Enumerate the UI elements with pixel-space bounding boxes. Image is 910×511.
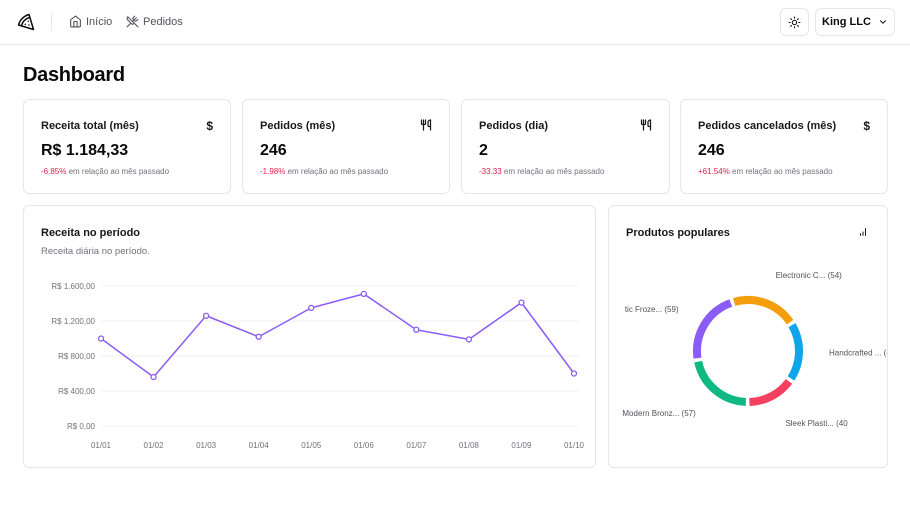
header-divider (51, 13, 52, 31)
x-tick-label: 01/05 (301, 441, 322, 450)
data-point (308, 304, 315, 312)
slice-label: tic Froze... (59) (625, 305, 679, 314)
revenue-chart-card: Receita no período Receita diária no per… (23, 205, 596, 468)
y-tick-label: R$ 1.200,00 (51, 317, 95, 326)
dollar-icon: $ (206, 119, 213, 133)
y-tick-label: R$ 1.600,00 (51, 282, 95, 291)
revenue-series-line (100, 293, 575, 378)
metric-value: 246 (698, 142, 725, 159)
x-tick-label: 01/10 (564, 441, 585, 450)
nav-link-orders[interactable]: Pedidos (126, 15, 183, 28)
data-point (518, 299, 525, 306)
x-tick-label: 01/01 (91, 441, 112, 450)
x-tick-label: 01/03 (196, 441, 217, 450)
data-point (255, 333, 262, 340)
popular-products-donut-chart: Electronic C... (54) Handcrafted ... (4 Sl… (622, 271, 888, 428)
organization-dropdown[interactable]: King LLC (815, 8, 895, 36)
metric-value: R$ 1.184,33 (41, 142, 129, 159)
y-tick-label: R$ 800,00 (58, 352, 95, 361)
dollar-icon: $ (863, 119, 870, 133)
metric-value: 2 (479, 142, 488, 159)
data-point (465, 336, 473, 343)
metric-label: Receita total (mês) (41, 120, 139, 132)
chevron-down-icon (879, 20, 886, 24)
x-tick-label: 01/06 (354, 441, 375, 450)
data-point (150, 373, 157, 381)
nav-label-home: Início (86, 15, 113, 28)
metric-change-text: -33.33 em relação ao mês passado (479, 167, 605, 176)
metric-label: Pedidos (mês) (260, 120, 336, 132)
donut-slice (749, 378, 793, 406)
data-point (202, 312, 210, 319)
x-tick-label: 01/04 (249, 441, 270, 450)
metric-change-text: +61.54% em relação ao mês passado (698, 167, 833, 176)
metric-card-monthly-revenue: Receita total (mês) $ R$ 1.184,33 -6.85%… (23, 99, 231, 194)
home-icon (70, 15, 81, 28)
utensils-icon (640, 119, 652, 134)
donut-slice (733, 296, 794, 325)
popular-products-card: Produtos populares Electronic C... (54) H… (608, 205, 888, 468)
metric-label: Pedidos cancelados (mês) (698, 120, 837, 132)
nav-label-orders: Pedidos (143, 15, 183, 28)
organization-name: King LLC (822, 16, 871, 28)
x-tick-label: 01/09 (511, 441, 532, 450)
y-tick-label: R$ 400,00 (58, 387, 95, 396)
donut-slice (694, 360, 747, 406)
x-tick-label: 01/02 (144, 441, 165, 450)
data-point (360, 290, 367, 298)
metric-change: -33.33 (479, 167, 502, 176)
top-header: Início Pedidos King LLC (0, 0, 910, 45)
sun-icon (788, 16, 801, 28)
metric-change: +61.54% (698, 167, 730, 176)
utensils-icon (420, 119, 432, 134)
slice-label: Sleek Plasti... (40 (785, 419, 848, 428)
slice-label: Handcrafted ... (4 (829, 349, 888, 358)
nav-link-home[interactable]: Início (69, 15, 112, 28)
metric-change: -6.85% (41, 167, 67, 176)
metric-card-monthly-orders: Pedidos (mês) 246 -1.98% em relação ao m… (242, 99, 450, 194)
utensils-crossed-icon (126, 15, 139, 28)
y-tick-label: R$ 0,00 (67, 422, 96, 431)
donut-slice (693, 299, 733, 359)
theme-toggle-button[interactable] (780, 8, 809, 36)
metric-change-text: -1.98% em relação ao mês passado (260, 167, 389, 176)
x-tick-label: 01/08 (459, 441, 480, 450)
slice-label: Modern Bronz... (57) (622, 409, 696, 418)
x-tick-label: 01/07 (406, 441, 427, 450)
pizza-logo-icon[interactable] (17, 13, 35, 31)
data-point (413, 326, 420, 333)
slice-label: Electronic C... (54) (776, 271, 843, 280)
data-point (570, 370, 578, 377)
data-point (97, 335, 105, 342)
metric-change: -1.98% (260, 167, 286, 176)
donut-slice (787, 323, 803, 381)
metric-label: Pedidos (dia) (479, 120, 549, 132)
metric-card-cancelled-orders: Pedidos cancelados (mês) $ 246 +61.54% e… (680, 99, 888, 194)
metric-change-text: -6.85% em relação ao mês passado (41, 167, 170, 176)
page-title: Dashboard (23, 64, 125, 86)
revenue-line-chart: R$ 0,00 R$ 400,00 R$ 800,00 R$ 1.200,00 R$ 1… (51, 282, 585, 450)
metric-card-daily-orders: Pedidos (dia) 2 -33.33 em relação ao mês… (461, 99, 670, 194)
metric-value: 246 (260, 142, 287, 159)
